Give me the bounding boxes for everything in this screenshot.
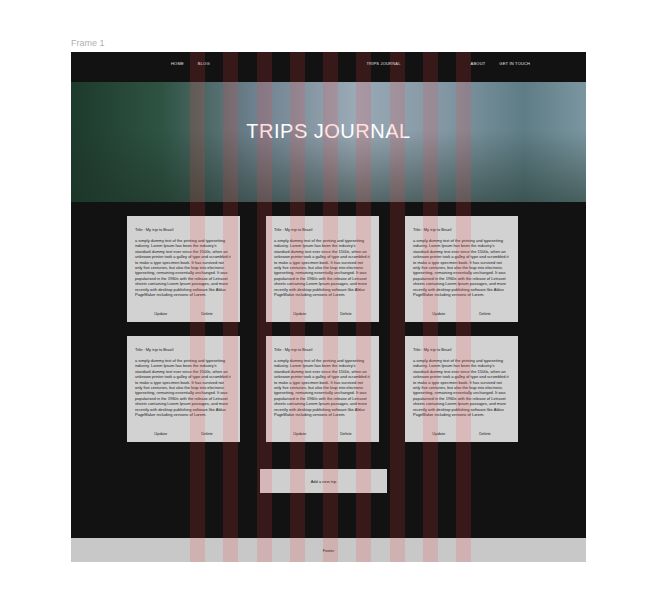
card-title: Title : My trip to Brazil xyxy=(274,347,371,352)
grid-column xyxy=(257,52,272,562)
frame[interactable]: HOME BLOG TRIPS JOURNAL ABOUT GET IN TOUCH… xyxy=(71,52,586,562)
layout-grid-overlay xyxy=(190,52,471,562)
card-title: Title : My trip to Brazil xyxy=(413,347,510,352)
add-trip-button[interactable]: Add a new trip xyxy=(260,469,387,493)
card-title: Title : My trip to Brazil xyxy=(135,227,232,232)
card-actions: Update Delete xyxy=(135,427,232,437)
nav-link[interactable]: HOME xyxy=(171,61,184,66)
trip-card: Title : My trip to Brazil a simply dummy… xyxy=(266,216,379,322)
hero-banner: TRIPS JOURNAL xyxy=(71,82,586,202)
hero-photo xyxy=(71,82,586,202)
card-actions: Update Delete xyxy=(413,307,510,317)
grid-column xyxy=(223,52,238,562)
card-button[interactable]: Update xyxy=(154,311,167,317)
card-actions: Update Delete xyxy=(135,307,232,317)
nav-link[interactable]: ABOUT xyxy=(471,61,486,66)
card-button[interactable]: Update xyxy=(154,431,167,437)
card-body: a simply dummy text of the printing and … xyxy=(274,238,371,297)
card-body: a simply dummy text of the printing and … xyxy=(135,238,232,297)
hero-title: TRIPS JOURNAL xyxy=(246,120,410,165)
card-title: Title : My trip to Brazil xyxy=(135,347,232,352)
grid-column xyxy=(456,52,471,562)
nav-right: ABOUT GET IN TOUCH xyxy=(401,61,586,66)
card-title: Title : My trip to Brazil xyxy=(413,227,510,232)
nav-left: HOME BLOG xyxy=(171,61,356,66)
footer: Footer xyxy=(71,538,586,562)
card-actions: Update Delete xyxy=(274,307,371,317)
card-body: a simply dummy text of the printing and … xyxy=(135,358,232,417)
trip-card: Title : My trip to Brazil a simply dummy… xyxy=(266,336,379,442)
nav-brand[interactable]: TRIPS JOURNAL xyxy=(356,61,400,66)
frame-label[interactable]: Frame 1 xyxy=(71,38,645,52)
trip-card: Title : My trip to Brazil a simply dummy… xyxy=(405,336,518,442)
card-title: Title : My trip to Brazil xyxy=(274,227,371,232)
card-body: a simply dummy text of the printing and … xyxy=(274,358,371,417)
card-button[interactable]: Delete xyxy=(201,311,213,317)
nav-link[interactable]: GET IN TOUCH xyxy=(499,61,530,66)
grid-column xyxy=(356,52,371,562)
card-button[interactable]: Delete xyxy=(479,431,491,437)
grid-column xyxy=(190,52,205,562)
add-row: Add a new trip xyxy=(71,469,586,493)
card-actions: Update Delete xyxy=(274,427,371,437)
trip-card: Title : My trip to Brazil a simply dummy… xyxy=(127,216,240,322)
nav-bar: HOME BLOG TRIPS JOURNAL ABOUT GET IN TOUCH xyxy=(71,52,586,74)
card-grid: Title : My trip to Brazil a simply dummy… xyxy=(127,216,518,442)
card-button[interactable]: Delete xyxy=(479,311,491,317)
footer-text: Footer xyxy=(323,548,335,553)
trip-card: Title : My trip to Brazil a simply dummy… xyxy=(127,336,240,442)
grid-column xyxy=(323,52,338,562)
grid-column xyxy=(390,52,405,562)
card-button[interactable]: Delete xyxy=(340,311,352,317)
card-button[interactable]: Update xyxy=(432,431,445,437)
card-actions: Update Delete xyxy=(413,427,510,437)
trip-card: Title : My trip to Brazil a simply dummy… xyxy=(405,216,518,322)
card-button[interactable]: Delete xyxy=(340,431,352,437)
design-canvas: Frame 1 HOME BLOG TRIPS JOURNAL ABOUT GET … xyxy=(0,0,645,609)
card-button[interactable]: Update xyxy=(432,311,445,317)
card-button[interactable]: Delete xyxy=(201,431,213,437)
card-button[interactable]: Update xyxy=(293,431,306,437)
card-body: a simply dummy text of the printing and … xyxy=(413,238,510,297)
grid-column xyxy=(290,52,305,562)
grid-column xyxy=(423,52,438,562)
card-button[interactable]: Update xyxy=(293,311,306,317)
nav-link[interactable]: BLOG xyxy=(198,61,210,66)
card-body: a simply dummy text of the printing and … xyxy=(413,358,510,417)
